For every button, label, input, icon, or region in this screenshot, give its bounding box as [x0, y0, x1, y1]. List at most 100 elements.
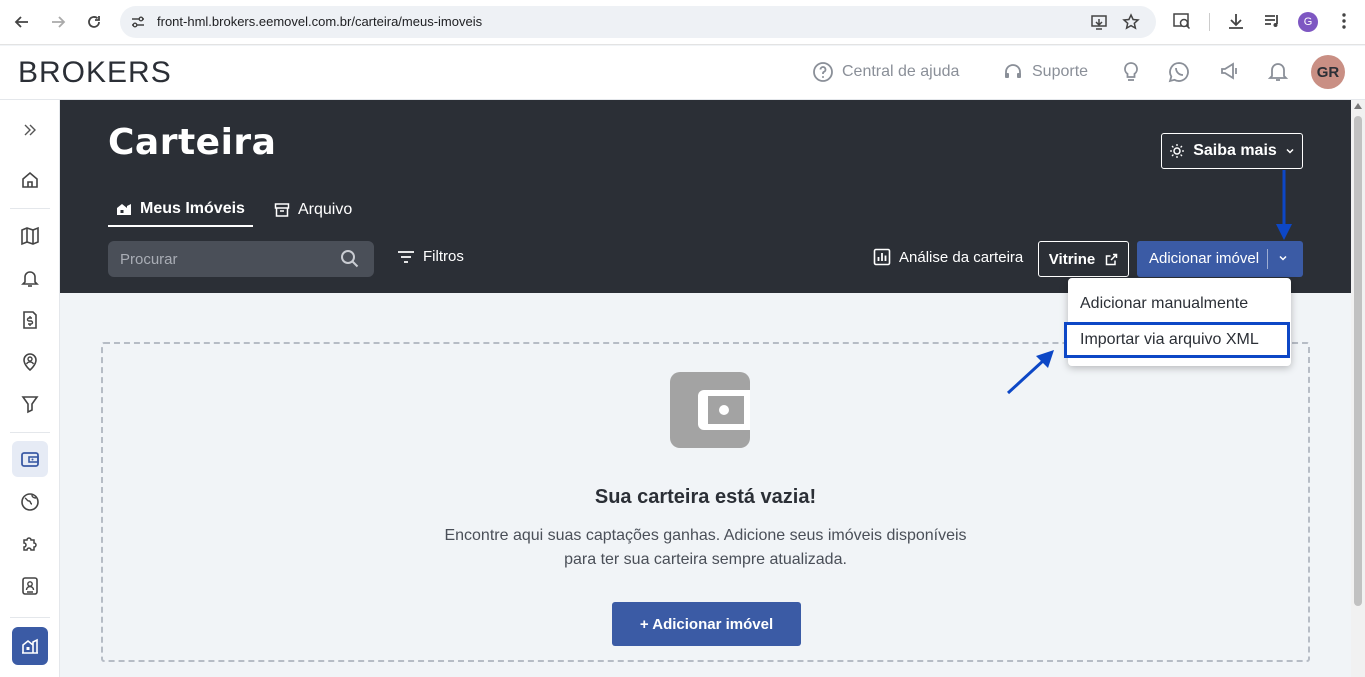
add-property-label[interactable]: Adicionar imóvel	[1149, 250, 1259, 267]
headset-icon	[1005, 64, 1021, 78]
split-divider	[1267, 249, 1268, 269]
page-scrollbar[interactable]	[1351, 100, 1365, 677]
brokers-logo[interactable]: BROKERS	[18, 56, 172, 90]
add-property-split-button[interactable]: Adicionar imóvel	[1137, 241, 1303, 277]
empty-state-line: para ter sua carteira sempre atualizada.	[564, 551, 847, 568]
external-link-icon	[1105, 253, 1118, 265]
portfolio-analysis-button[interactable]: Análise da carteira	[873, 248, 1023, 266]
browser-profile-avatar[interactable]: G	[1298, 12, 1318, 32]
sidebar-divider	[10, 617, 50, 618]
media-controls-icon[interactable]	[1262, 11, 1282, 31]
analysis-label: Análise da carteira	[899, 248, 1024, 266]
id-badge-icon	[22, 577, 38, 595]
saiba-mais-label: Saiba mais	[1193, 142, 1277, 159]
download-icon[interactable]	[1226, 11, 1246, 31]
sidebar-item-documents[interactable]	[12, 302, 48, 338]
megaphone-icon[interactable]	[1219, 60, 1241, 82]
empty-state-title: Sua carteira está vazia!	[594, 486, 817, 508]
map-icon	[21, 226, 39, 246]
chevron-down-icon[interactable]	[1277, 252, 1289, 264]
annotation-arrow-down	[1276, 170, 1292, 240]
search-input[interactable]	[108, 241, 338, 277]
sidebar-item-contacts[interactable]	[12, 344, 48, 380]
search-tabs-icon[interactable]	[1172, 11, 1192, 31]
sidebar-divider	[10, 208, 50, 209]
sidebar-divider	[10, 432, 50, 433]
whatsapp-icon[interactable]	[1167, 60, 1191, 84]
address-bar[interactable]: front-hml.brokers.eemovel.com.br/carteir…	[120, 6, 1156, 38]
page-banner: Carteira Meus Imóveis Arquivo Saiba mais…	[60, 100, 1351, 293]
tab-meus-imoveis[interactable]: Meus Imóveis	[108, 193, 253, 227]
tab-arquivo[interactable]: Arquivo	[274, 193, 352, 227]
home-icon	[22, 171, 38, 188]
puzzle-icon	[23, 537, 37, 551]
wallet-icon	[670, 372, 750, 448]
chevron-down-icon	[1286, 148, 1294, 154]
sidebar-item-map[interactable]	[12, 218, 48, 254]
tab-label: Meus Imóveis	[140, 200, 245, 217]
lightbulb-icon	[1170, 144, 1185, 158]
menu-item-add-manually[interactable]: Adicionar manualmente	[1068, 286, 1291, 322]
sidebar-app-switch[interactable]	[12, 627, 48, 665]
vitrine-label: Vitrine	[1048, 250, 1096, 268]
reload-button[interactable]	[83, 11, 105, 33]
site-settings-icon[interactable]	[130, 14, 146, 30]
install-app-icon[interactable]	[1090, 13, 1108, 31]
dollar-document-icon	[23, 311, 37, 329]
arrow-right-icon	[52, 16, 66, 28]
toolbar-divider	[1209, 13, 1210, 31]
notification-bell-icon[interactable]	[1267, 60, 1289, 82]
filters-label: Filtros	[423, 248, 464, 265]
tab-label: Arquivo	[298, 201, 353, 218]
app-header: BROKERS Central de ajuda Suporte GR	[0, 46, 1365, 100]
search-field[interactable]	[108, 241, 374, 277]
sidebar-item-integrations[interactable]	[12, 526, 48, 562]
wallet-icon	[21, 452, 39, 467]
arrow-left-icon	[14, 16, 28, 28]
sidebar-item-funnel[interactable]	[12, 386, 48, 422]
sidebar-item-home[interactable]	[12, 162, 48, 198]
sidebar-item-web[interactable]	[12, 484, 48, 520]
buildings-icon	[22, 638, 38, 654]
page-title: Carteira	[108, 122, 277, 163]
help-center-link[interactable]: Central de ajuda	[812, 61, 959, 83]
annotation-arrow-diagonal	[1006, 350, 1054, 395]
search-icon[interactable]	[340, 249, 360, 269]
sidebar-item-wallet[interactable]	[12, 441, 48, 477]
archive-icon	[274, 203, 290, 217]
scroll-up-arrow[interactable]	[1354, 103, 1362, 109]
location-person-icon	[23, 353, 37, 372]
support-link[interactable]: Suporte	[1002, 61, 1088, 83]
sidebar-expand[interactable]	[12, 112, 48, 148]
help-circle-icon	[813, 62, 833, 82]
filters-button[interactable]: Filtros	[397, 248, 464, 265]
empty-state-line: Encontre aqui suas captações ganhas. Adi…	[444, 527, 967, 544]
help-center-label: Central de ajuda	[842, 63, 960, 80]
globe-icon	[21, 493, 39, 511]
empty-state-panel: Sua carteira está vazia! Encontre aqui s…	[101, 342, 1310, 662]
bell-icon	[21, 271, 39, 287]
lightbulb-icon[interactable]	[1120, 60, 1142, 84]
sidebar-item-profile[interactable]	[12, 568, 48, 604]
saiba-mais-button[interactable]: Saiba mais	[1161, 133, 1303, 169]
sidebar-nav	[0, 100, 60, 677]
user-avatar[interactable]: GR	[1311, 55, 1345, 89]
url-text: front-hml.brokers.eemovel.com.br/carteir…	[157, 14, 483, 29]
empty-add-property-button[interactable]: + Adicionar imóvel	[612, 602, 801, 646]
funnel-icon	[21, 396, 39, 414]
reload-icon	[88, 16, 100, 28]
sidebar-item-alerts[interactable]	[12, 260, 48, 296]
bookmark-star-icon[interactable]	[1122, 13, 1140, 31]
back-button[interactable]	[11, 11, 33, 33]
building-home-icon	[117, 204, 131, 215]
scroll-thumb[interactable]	[1354, 116, 1362, 606]
vitrine-button[interactable]: Vitrine	[1038, 241, 1129, 277]
add-property-dropdown: Adicionar manualmente Importar via arqui…	[1064, 278, 1291, 366]
empty-state-description: Encontre aqui suas captações ganhas. Adi…	[403, 524, 1008, 572]
support-label: Suporte	[1032, 63, 1089, 80]
menu-item-import-xml[interactable]: Importar via arquivo XML	[1064, 322, 1290, 358]
filter-lines-icon	[398, 250, 414, 263]
forward-button[interactable]	[47, 11, 69, 33]
bar-chart-icon	[873, 248, 891, 266]
more-menu-icon[interactable]	[1334, 11, 1354, 31]
